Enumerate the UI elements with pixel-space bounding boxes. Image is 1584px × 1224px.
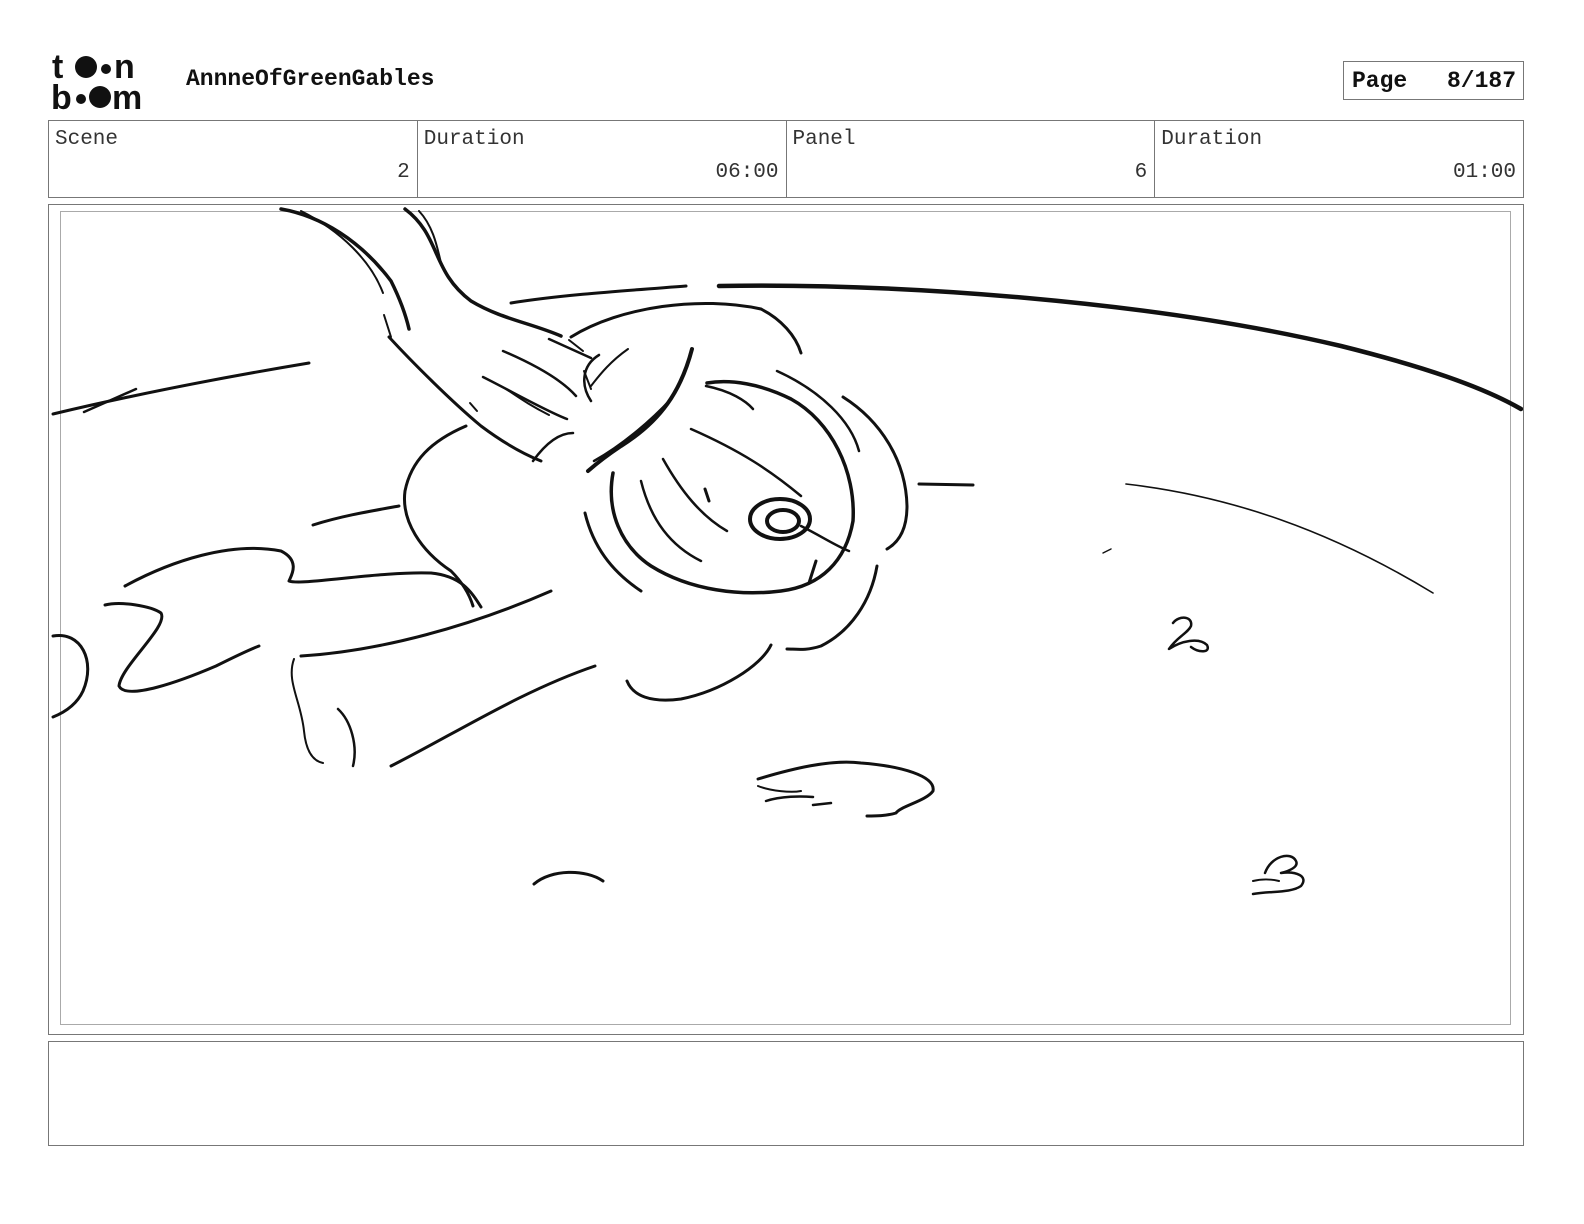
toon-boom-logo: t n b m <box>52 50 142 112</box>
svg-text:b: b <box>52 79 72 112</box>
panel-duration-value: 01:00 <box>1452 161 1516 184</box>
storyboard-panel <box>48 204 1524 1035</box>
panel-value: 6 <box>1134 161 1148 184</box>
scene-value: 2 <box>397 161 410 184</box>
info-table: Scene 2 Duration 06:00 Panel 6 Duration … <box>48 120 1524 198</box>
scene-duration-cell: Duration 06:00 <box>418 121 787 197</box>
notes-box <box>48 1041 1524 1146</box>
panel-duration-cell: Duration 01:00 <box>1155 121 1523 197</box>
page-label: Page <box>1352 68 1408 94</box>
page-number: 8/187 <box>1446 68 1516 94</box>
panel-cell: Panel 6 <box>787 121 1156 197</box>
scene-cell: Scene 2 <box>49 121 418 197</box>
svg-text:m: m <box>112 79 142 112</box>
scene-duration-value: 06:00 <box>715 161 779 184</box>
page-indicator: Page 8/187 <box>1343 61 1524 100</box>
panel-duration-label: Duration <box>1161 128 1263 151</box>
scene-duration-label: Duration <box>423 128 525 151</box>
project-title: AnnneOfGreenGables <box>186 66 435 92</box>
panel-sketch <box>51 207 1523 896</box>
scene-label: Scene <box>55 128 119 151</box>
panel-label: Panel <box>792 128 856 151</box>
